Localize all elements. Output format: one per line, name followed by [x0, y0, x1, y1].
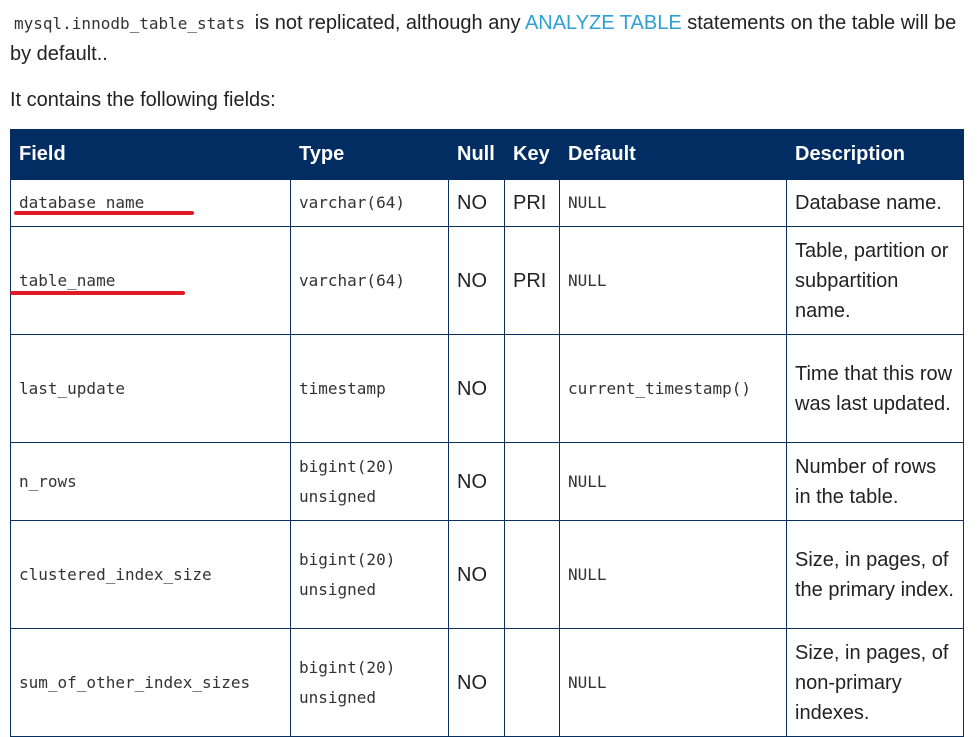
cell-type-line2: unsigned: [299, 687, 377, 707]
cell-key: [504, 520, 560, 629]
red-underline-annotation-database-name: [14, 211, 194, 215]
header-default: Default: [559, 129, 787, 180]
cell-type-line1: timestamp: [299, 378, 386, 398]
intro-text-before-link: is not replicated, although any: [249, 12, 525, 34]
cell-type-line1: bigint(20): [299, 549, 396, 569]
cell-field: clustered_index_size: [10, 520, 291, 629]
table-row: n_rows bigint(20) unsigned NO NULL Number…: [10, 442, 964, 521]
cell-description: Number of rows in the table.: [786, 442, 964, 521]
cell-null: NO: [448, 520, 505, 629]
table-row: table_name varchar(64) NO PRI NULL Table…: [10, 226, 964, 335]
cell-type: bigint(20) unsigned: [290, 520, 449, 629]
cell-type: varchar(64): [290, 226, 449, 335]
header-null: Null: [448, 129, 505, 180]
cell-field: sum_of_other_index_sizes: [10, 628, 291, 737]
cell-key: PRI: [504, 179, 560, 227]
cell-null: NO: [448, 179, 505, 227]
table-row: sum_of_other_index_sizes bigint(20) unsig…: [10, 628, 964, 737]
cell-type-line1: bigint(20): [299, 456, 396, 476]
cell-null: NO: [448, 442, 505, 521]
header-type: Type: [290, 129, 449, 180]
header-description: Description: [786, 129, 964, 180]
table-header-row: Field Type Null Key Default Description: [10, 129, 964, 180]
cell-field: database_name: [10, 179, 291, 227]
cell-default: NULL: [559, 226, 787, 335]
cell-type: bigint(20) unsigned: [290, 628, 449, 737]
cell-field: n_rows: [10, 442, 291, 521]
intro-paragraph: mysql.innodb_table_stats is not replicat…: [10, 8, 970, 69]
cell-type-line1: bigint(20): [299, 657, 396, 677]
analyze-table-link[interactable]: ANALYZE TABLE: [525, 12, 682, 34]
cell-type-line1: varchar(64): [299, 270, 405, 290]
cell-default: NULL: [559, 520, 787, 629]
cell-key: [504, 442, 560, 521]
cell-description: Database name.: [786, 179, 964, 227]
table-row: last_update timestamp NO current_timesta…: [10, 334, 964, 443]
table-row: clustered_index_size bigint(20) unsigned …: [10, 520, 964, 629]
header-key: Key: [504, 129, 560, 180]
red-underline-annotation-table-name: [10, 291, 185, 295]
cell-type-line2: unsigned: [299, 579, 377, 599]
table-name-code: mysql.innodb_table_stats: [14, 14, 246, 33]
cell-null: NO: [448, 226, 505, 335]
cell-default: NULL: [559, 442, 787, 521]
table-row: database_name varchar(64) NO PRI NULL Da…: [10, 179, 964, 227]
fields-lead-text: It contains the following fields:: [10, 89, 276, 111]
cell-type-line1: varchar(64): [299, 193, 405, 212]
cell-description: Time that this row was last updated.: [786, 334, 964, 443]
cell-key: [504, 628, 560, 737]
header-field: Field: [10, 129, 291, 180]
cell-type: bigint(20) unsigned: [290, 442, 449, 521]
cell-default: NULL: [559, 628, 787, 737]
cell-default: current_timestamp(): [559, 334, 787, 443]
cell-description: Size, in pages, of the primary index.: [786, 520, 964, 629]
cell-description: Table, partition or subpartition name.: [786, 226, 964, 335]
fields-table: Field Type Null Key Default Description …: [10, 129, 964, 737]
cell-null: NO: [448, 334, 505, 443]
cell-field: last_update: [10, 334, 291, 443]
cell-description: Size, in pages, of non-primary indexes.: [786, 628, 964, 737]
cell-default: NULL: [559, 179, 787, 227]
cell-field: table_name: [10, 226, 291, 335]
cell-type: timestamp: [290, 334, 449, 443]
cell-key: PRI: [504, 226, 560, 335]
cell-type-line2: unsigned: [299, 486, 377, 506]
cell-null: NO: [448, 628, 505, 737]
cell-key: [504, 334, 560, 443]
cell-type: varchar(64): [290, 179, 449, 227]
